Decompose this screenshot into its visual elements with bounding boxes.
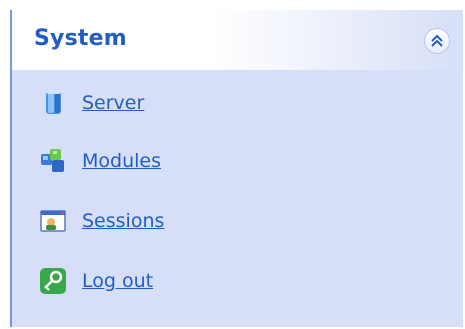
menu-item-sessions-label[interactable]: Sessions [82, 210, 164, 232]
menu-item-server[interactable]: Server [38, 86, 144, 120]
menu-item-modules[interactable]: Modules [38, 144, 161, 178]
menu-item-sessions[interactable]: Sessions [38, 204, 164, 238]
menu-item-logout[interactable]: Log out [38, 264, 153, 298]
logout-icon [38, 266, 68, 296]
menu-item-logout-label[interactable]: Log out [82, 270, 153, 292]
modules-icon [38, 146, 68, 176]
panel-header: System [12, 10, 463, 70]
sessions-icon [38, 206, 68, 236]
panel-body: Server Modules Sessions Log out [12, 70, 463, 327]
menu-item-modules-label[interactable]: Modules [82, 150, 161, 172]
collapse-button[interactable] [424, 28, 450, 54]
server-icon [38, 88, 68, 118]
system-panel: System Server Modules Sessions Log out [10, 10, 463, 327]
panel-title: System [34, 26, 127, 51]
double-chevron-up-icon [431, 34, 443, 47]
menu-item-server-label[interactable]: Server [82, 92, 144, 114]
